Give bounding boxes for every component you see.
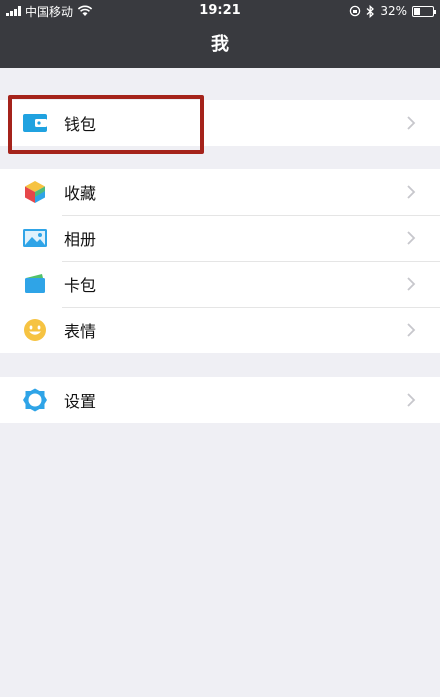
chevron-right-icon (407, 277, 416, 291)
menu-item-label: 钱包 (64, 115, 97, 134)
card-icon (22, 271, 48, 297)
photo-icon (22, 225, 48, 251)
signal-icon (6, 6, 21, 16)
chevron-right-icon (407, 393, 416, 407)
carrier-label: 中国移动 (25, 4, 74, 19)
menu-item-album[interactable]: 相册 (0, 215, 440, 261)
chevron-right-icon (407, 323, 416, 337)
menu-item-label: 表情 (64, 322, 97, 341)
status-left: 中国移动 (6, 0, 93, 22)
nav-bar: 我 (0, 22, 440, 68)
menu-item-label: 设置 (64, 392, 97, 411)
gear-icon (22, 387, 48, 413)
menu-group-settings: 设置 (0, 377, 440, 423)
menu-item-wallet[interactable]: 钱包 (0, 100, 440, 146)
menu-item-card-wallet[interactable]: 卡包 (0, 261, 440, 307)
bluetooth-icon (366, 4, 375, 18)
menu-item-settings[interactable]: 设置 (0, 377, 440, 423)
wallet-icon (22, 110, 48, 136)
battery-percent: 32% (380, 4, 407, 18)
menu-item-label: 卡包 (64, 276, 97, 295)
menu-item-favorites[interactable]: 收藏 (0, 169, 440, 215)
menu-item-label: 收藏 (64, 184, 97, 203)
chevron-right-icon (407, 185, 416, 199)
status-right: 32% (349, 0, 436, 22)
orientation-lock-icon (350, 5, 361, 17)
chevron-right-icon (407, 116, 416, 130)
menu-group-main: 收藏 相册 卡包 表情 (0, 169, 440, 353)
cube-icon (22, 179, 48, 205)
page-title: 我 (211, 34, 229, 55)
chevron-right-icon (407, 231, 416, 245)
smiley-icon (22, 317, 48, 343)
status-bar: 中国移动 19:21 32% (0, 0, 440, 22)
menu-item-stickers[interactable]: 表情 (0, 307, 440, 353)
battery-level (414, 7, 420, 15)
wifi-icon (77, 5, 93, 16)
menu-item-label: 相册 (64, 230, 97, 249)
menu-group-wallet: 钱包 (0, 100, 440, 146)
battery-icon (412, 5, 436, 17)
